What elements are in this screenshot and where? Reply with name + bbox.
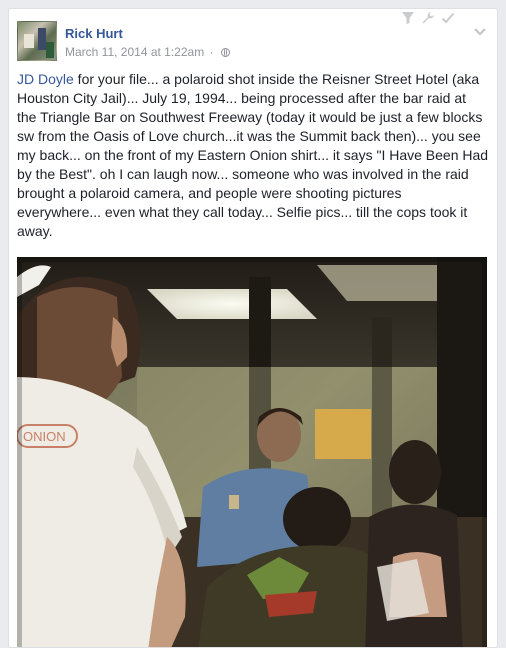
post-header: Rick Hurt March 11, 2014 at 1:22am · <box>9 9 497 61</box>
meta-separator: · <box>209 45 214 59</box>
photo-illustration: ONION <box>17 257 487 647</box>
post-timestamp[interactable]: March 11, 2014 at 1:22am <box>65 45 204 59</box>
post-meta: March 11, 2014 at 1:22am · <box>65 45 230 59</box>
globe-icon[interactable] <box>220 48 230 57</box>
chevron-down-icon[interactable] <box>473 27 487 37</box>
author-avatar[interactable] <box>17 21 57 61</box>
moderation-toolbar <box>401 9 455 27</box>
checkmark-icon[interactable] <box>441 11 455 25</box>
wrench-icon[interactable] <box>421 11 435 25</box>
post-card: Rick Hurt March 11, 2014 at 1:22am · JD … <box>8 8 498 648</box>
post-text: JD Doyle for your file... a polaroid sho… <box>17 70 489 241</box>
post-photo[interactable]: ONION <box>17 257 487 647</box>
author-name-link[interactable]: Rick Hurt <box>65 26 123 41</box>
shirt-print-text: ONION <box>23 429 66 444</box>
post-body: for your file... a polaroid shot inside … <box>17 71 489 239</box>
mention-link[interactable]: JD Doyle <box>17 71 74 87</box>
filter-icon[interactable] <box>401 11 415 25</box>
